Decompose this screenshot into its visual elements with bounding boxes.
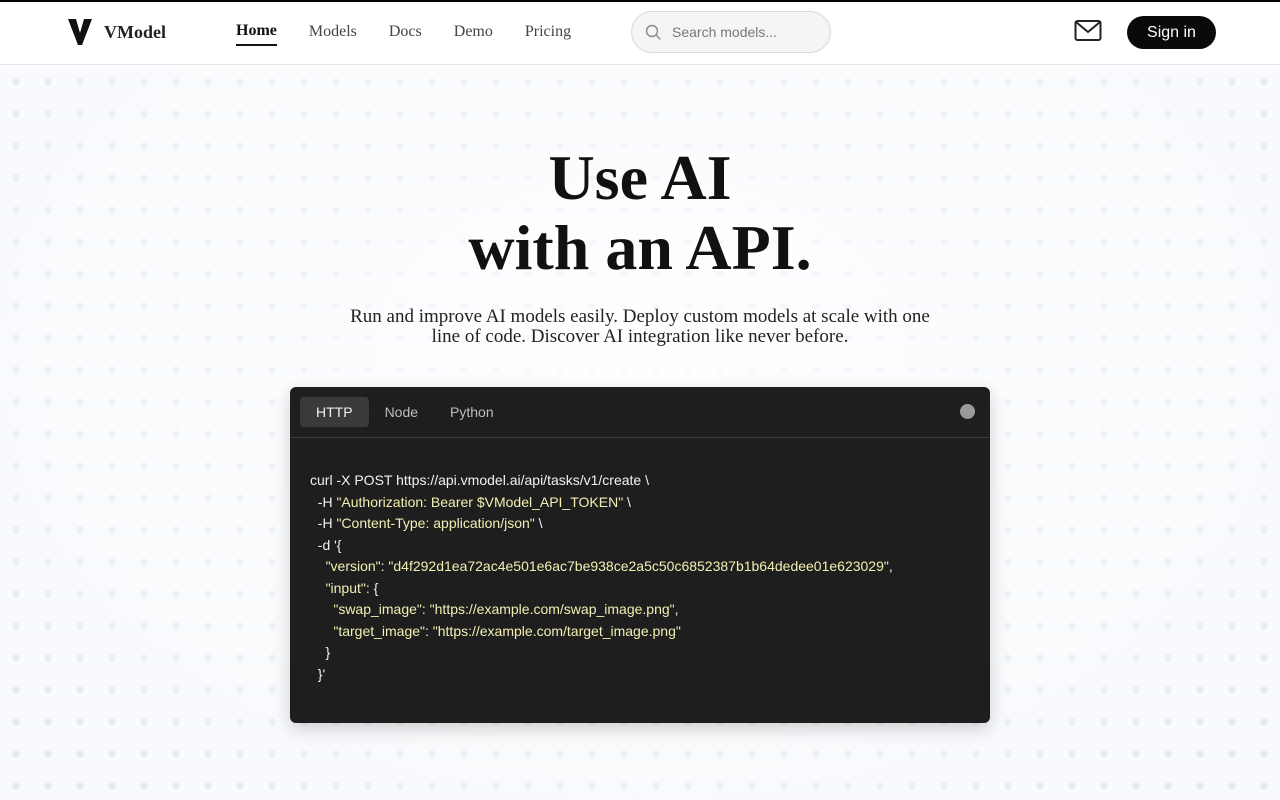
tab-python[interactable]: Python [434, 397, 510, 427]
nav-item-home[interactable]: Home [236, 22, 277, 46]
code-tabs: HTTP Node Python [290, 387, 990, 438]
hero-title-line-1: Use AI [548, 142, 732, 213]
search-input[interactable] [672, 24, 822, 40]
code-example-card: HTTP Node Python curl -X POST https://ap… [290, 387, 990, 723]
code-line: }' [310, 665, 326, 682]
main-nav: Home Models Docs Demo Pricing [236, 2, 603, 65]
brand-name: VModel [104, 21, 166, 42]
code-line: } [310, 644, 331, 660]
search-box[interactable] [631, 11, 831, 53]
code-line: "input": { [325, 579, 379, 596]
code-line: -H "Content-Type: application/json" \ [310, 515, 543, 531]
code-line: -d '{ [310, 536, 342, 553]
hero-title-line-2: with an API. [468, 212, 812, 283]
code-line: "target_image": "https://example.com/tar… [333, 622, 681, 639]
site-header: VModel Home Models Docs Demo Pricing Sig… [0, 2, 1280, 65]
nav-item-docs[interactable]: Docs [389, 23, 422, 45]
code-block[interactable]: curl -X POST https://api.vmodel.ai/api/t… [290, 438, 990, 685]
search-icon [645, 24, 661, 40]
nav-item-demo[interactable]: Demo [454, 23, 493, 45]
nav-item-models[interactable]: Models [309, 23, 357, 45]
logo[interactable]: VModel [68, 19, 166, 45]
code-line: curl -X POST https://api.vmodel.ai/api/t… [310, 472, 649, 488]
vmodel-logo-icon [68, 19, 92, 45]
nav-item-pricing[interactable]: Pricing [525, 23, 571, 45]
code-line: "version": "d4f292d1ea72ac4e501e6ac7be93… [325, 558, 893, 574]
code-line: "swap_image": "https://example.com/swap_… [333, 601, 679, 617]
hero-subtitle: Run and improve AI models easily. Deploy… [350, 306, 930, 347]
sign-in-button[interactable]: Sign in [1127, 16, 1216, 49]
code-line: -H "Authorization: Bearer $VModel_API_TO… [310, 493, 631, 510]
status-dot-icon [960, 404, 975, 419]
tab-node[interactable]: Node [369, 397, 434, 427]
hero-title: Use AI with an API. [0, 143, 1280, 283]
tab-http[interactable]: HTTP [300, 397, 369, 427]
mail-icon[interactable] [1074, 19, 1102, 43]
